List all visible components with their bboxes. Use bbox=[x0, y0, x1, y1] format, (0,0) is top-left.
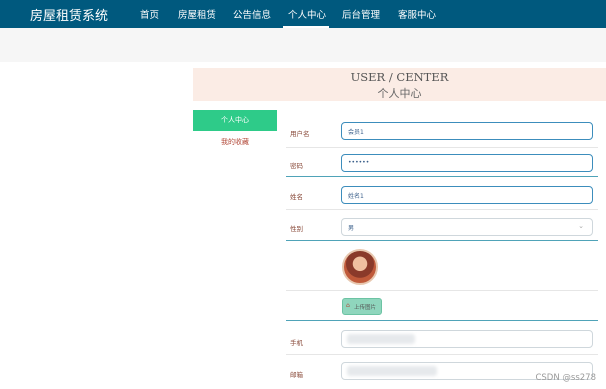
name-label: 姓名 bbox=[290, 193, 303, 201]
nav-item-customer-service[interactable]: 客服中心 bbox=[398, 7, 436, 21]
home-icon: ⌂ bbox=[346, 302, 350, 309]
user-center-header: USER / CENTER 个人中心 bbox=[193, 68, 606, 101]
header-title-en: USER / CENTER bbox=[350, 70, 449, 84]
username-field[interactable]: 会员1 bbox=[341, 122, 593, 140]
form-row-name: 姓名 姓名1 bbox=[286, 177, 598, 210]
phone-field[interactable] bbox=[341, 330, 593, 348]
nav-item-announcements[interactable]: 公告信息 bbox=[233, 7, 271, 21]
nav-item-home[interactable]: 首页 bbox=[140, 7, 159, 21]
watermark: CSDN @ss278 bbox=[535, 373, 596, 383]
top-navbar: 房屋租赁系统 首页 房屋租赁 公告信息 个人中心 后台管理 客服中心 bbox=[0, 0, 606, 28]
form-row-username: 用户名 会员1 bbox=[286, 116, 598, 148]
gender-label: 性别 bbox=[290, 225, 303, 233]
header-title-cn: 个人中心 bbox=[377, 87, 422, 100]
sidebar-item-user-center[interactable]: 个人中心 bbox=[193, 110, 277, 131]
redacted-value bbox=[347, 366, 437, 376]
upload-image-button[interactable]: ⌂ 上传图片 bbox=[342, 298, 382, 315]
form-row-email: 邮箱 bbox=[286, 355, 598, 389]
gender-value: 男 bbox=[348, 225, 355, 232]
password-value: •••••• bbox=[348, 159, 370, 166]
nav-item-admin[interactable]: 后台管理 bbox=[342, 7, 380, 21]
nav-item-user-center[interactable]: 个人中心 bbox=[288, 7, 326, 21]
form-row-upload bbox=[286, 291, 598, 320]
form-row-avatar bbox=[286, 241, 598, 291]
form-row-phone: 手机 bbox=[286, 321, 598, 355]
password-label: 密码 bbox=[290, 162, 303, 170]
name-value: 姓名1 bbox=[348, 193, 364, 200]
site-brand[interactable]: 房屋租赁系统 bbox=[30, 5, 108, 24]
username-value: 会员1 bbox=[348, 129, 364, 136]
password-field[interactable]: •••••• bbox=[341, 154, 593, 172]
phone-label: 手机 bbox=[290, 339, 303, 347]
subheader-band bbox=[0, 28, 606, 62]
username-label: 用户名 bbox=[290, 130, 310, 138]
form-row-password: 密码 •••••• bbox=[286, 148, 598, 176]
upload-button-label: 上传图片 bbox=[354, 305, 377, 311]
form-row-gender: 性别 男 ⌄ bbox=[286, 210, 598, 240]
gender-select[interactable]: 男 ⌄ bbox=[341, 218, 593, 236]
sidebar-item-favorites[interactable]: 我的收藏 bbox=[193, 137, 277, 147]
chevron-down-icon: ⌄ bbox=[578, 222, 584, 230]
name-field[interactable]: 姓名1 bbox=[341, 186, 593, 204]
email-label: 邮箱 bbox=[290, 371, 303, 379]
avatar bbox=[342, 249, 378, 285]
redacted-value bbox=[347, 334, 415, 344]
nav-item-house-rental[interactable]: 房屋租赁 bbox=[178, 7, 216, 21]
